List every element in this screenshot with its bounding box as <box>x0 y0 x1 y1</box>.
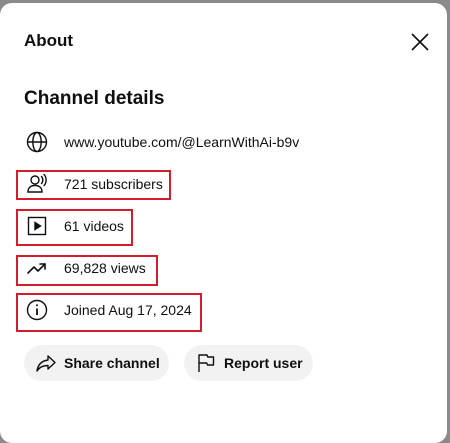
channel-link-row[interactable]: www.youtube.com/@LearnWithAi-b9v <box>24 129 299 155</box>
highlight-box-videos <box>16 209 133 246</box>
highlight-box-views <box>16 255 158 286</box>
close-button[interactable] <box>404 26 436 58</box>
channel-url[interactable]: www.youtube.com/@LearnWithAi-b9v <box>64 134 299 150</box>
channel-details-heading: Channel details <box>24 88 165 109</box>
dialog-title: About <box>24 31 74 50</box>
report-user-button[interactable]: Report user <box>184 345 313 381</box>
globe-icon <box>24 129 50 155</box>
share-channel-label: Share channel <box>64 355 160 371</box>
report-user-label: Report user <box>224 355 303 371</box>
flag-icon <box>194 351 218 375</box>
share-channel-button[interactable]: Share channel <box>24 345 169 381</box>
share-icon <box>34 351 58 375</box>
highlight-box-subscribers <box>16 170 171 200</box>
close-icon <box>411 33 429 51</box>
highlight-box-joined <box>16 293 202 332</box>
about-dialog: About Channel details www.youtube.com/@L… <box>0 3 447 443</box>
